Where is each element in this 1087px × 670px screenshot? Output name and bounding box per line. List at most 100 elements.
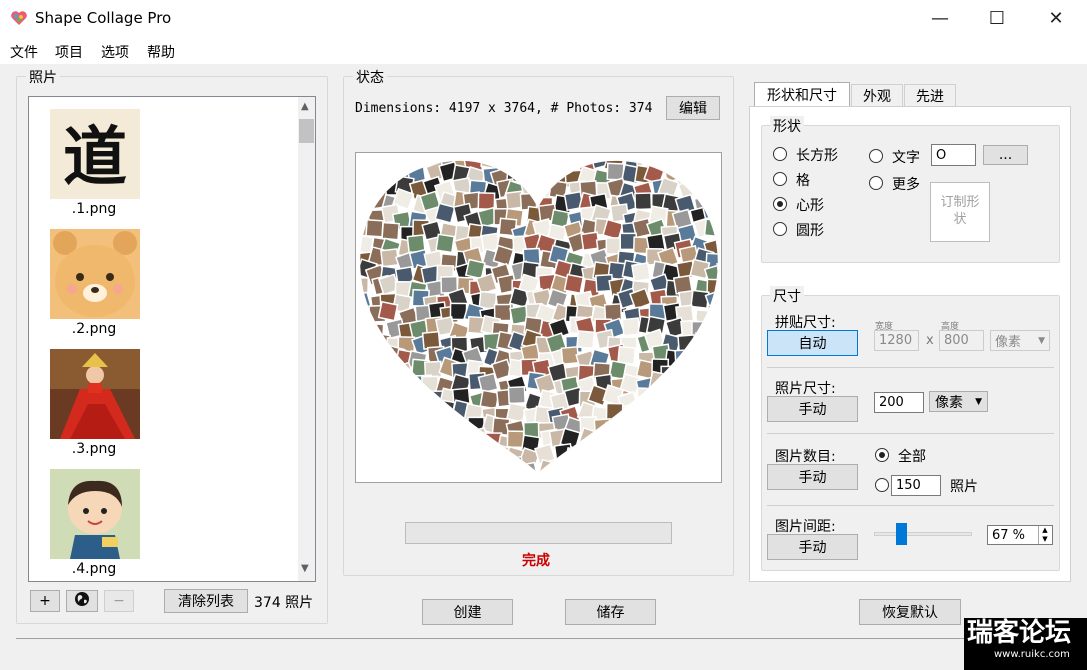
collage-tile <box>633 457 653 474</box>
collage-tile <box>360 332 377 355</box>
scroll-up-icon[interactable]: ▲ <box>301 101 309 112</box>
collage-tile <box>360 291 373 313</box>
spacing-value-input[interactable]: 67 % ▲ ▼ <box>987 525 1053 545</box>
collage-tile <box>370 389 391 410</box>
collage-tile <box>360 417 376 436</box>
collage-tile <box>395 416 418 439</box>
remove-photo-button[interactable]: − <box>104 590 134 612</box>
collage-tile <box>381 459 402 474</box>
shape-text-input[interactable]: O <box>931 144 976 166</box>
shape-grid-radio[interactable] <box>773 172 787 186</box>
collage-tile <box>477 192 496 211</box>
collage-tile <box>382 443 402 462</box>
tab-appearance[interactable]: 外观 <box>851 84 903 106</box>
collage-tile <box>440 449 459 468</box>
collage-tile <box>676 378 695 397</box>
status-text: 完成 <box>522 553 550 569</box>
photo-unit-select[interactable]: 像素 ▼ <box>929 391 988 412</box>
collage-tile <box>368 349 390 372</box>
collage-tile <box>631 262 652 283</box>
collage-tile <box>716 205 718 224</box>
scroll-thumb[interactable] <box>299 119 314 143</box>
photo-count-input[interactable]: 150 <box>891 475 941 496</box>
collage-tile <box>715 305 718 325</box>
collage-tile <box>634 475 652 482</box>
tab-advanced[interactable]: 先进 <box>904 84 956 106</box>
spacing-mode-button[interactable]: 手动 <box>767 534 858 560</box>
menu-help[interactable]: 帮助 <box>147 42 175 62</box>
collage-tile <box>617 441 637 461</box>
photo-list-scrollbar[interactable]: ▲ ▼ <box>298 97 315 581</box>
photo-list[interactable]: 道 .1.png .2.png .3.png .4.png ▲ ▼ <box>28 96 316 582</box>
font-browse-button[interactable]: ... <box>983 145 1028 165</box>
shape-text-radio[interactable] <box>869 149 883 163</box>
close-icon: ✕ <box>1048 8 1064 29</box>
collage-tile <box>605 417 627 439</box>
size-legend: 尺寸 <box>770 286 804 306</box>
spacing-mode-label: 手动 <box>798 540 827 556</box>
add-photo-button[interactable]: + <box>30 590 60 612</box>
count-custom-radio[interactable] <box>875 478 889 492</box>
collage-tile <box>408 459 429 474</box>
maximize-button[interactable]: ☐ <box>971 0 1023 38</box>
collage-tile <box>673 393 692 412</box>
tab-shape-size[interactable]: 形状和尺寸 <box>754 82 850 106</box>
collage-tile <box>360 357 372 380</box>
photo-size-mode-button[interactable]: 手动 <box>767 396 858 422</box>
count-all-radio[interactable] <box>875 448 889 462</box>
spacing-slider-thumb[interactable] <box>895 523 907 545</box>
collage-tile <box>356 475 372 482</box>
reset-defaults-button[interactable]: 恢复默认 <box>859 599 961 625</box>
collage-tile <box>634 402 656 425</box>
collage-tile <box>360 399 375 421</box>
menu-options[interactable]: 选项 <box>101 42 129 62</box>
minimize-button[interactable]: — <box>914 0 966 38</box>
collage-tile <box>688 475 705 482</box>
red-dress-thumbnail[interactable] <box>50 349 140 439</box>
shape-heart-radio[interactable] <box>773 197 787 211</box>
spacing-slider-track[interactable] <box>874 532 972 536</box>
collage-tile <box>621 317 641 337</box>
collage-tile <box>634 192 653 211</box>
collage-tile <box>689 401 712 424</box>
clear-list-button[interactable]: 清除列表 <box>164 589 248 613</box>
add-web-photos-button[interactable] <box>66 590 98 612</box>
collage-tile <box>435 233 456 254</box>
collage-size-mode-button[interactable]: 自动 <box>767 330 858 356</box>
collage-height-input[interactable]: 800 <box>939 330 984 351</box>
edit-button[interactable]: 编辑 <box>666 96 720 120</box>
collage-tile <box>689 432 711 454</box>
collage-unit-select[interactable]: 像素 ▼ <box>990 330 1050 351</box>
collage-tile <box>506 430 525 449</box>
collage-tile <box>673 458 693 474</box>
bear-thumbnail[interactable] <box>50 229 140 319</box>
photo-count-mode-button[interactable]: 手动 <box>767 464 858 490</box>
cartoon-boy-thumbnail[interactable] <box>50 469 140 559</box>
shape-rectangle-radio[interactable] <box>773 147 787 161</box>
photo-size-input[interactable]: 200 <box>874 392 924 413</box>
scroll-down-icon[interactable]: ▼ <box>301 563 309 574</box>
app-logo-icon <box>10 9 28 27</box>
collage-tile <box>582 476 599 482</box>
collage-tile <box>368 400 388 419</box>
collage-tile <box>636 387 655 406</box>
spin-arrows-icon[interactable]: ▲ ▼ <box>1038 526 1051 544</box>
save-button[interactable]: 储存 <box>565 599 656 625</box>
footer-divider <box>16 638 1071 639</box>
shape-circle-radio[interactable] <box>773 222 787 236</box>
collage-tile <box>580 449 599 469</box>
create-button[interactable]: 创建 <box>422 599 513 625</box>
menu-file[interactable]: 文件 <box>10 42 38 62</box>
collage-tile <box>424 433 443 453</box>
collage-tile <box>453 459 474 474</box>
menu-project[interactable]: 项目 <box>55 42 83 62</box>
calligraphy-thumbnail[interactable]: 道 <box>50 109 140 199</box>
shape-more-radio[interactable] <box>869 176 883 190</box>
collage-width-input[interactable]: 1280 <box>874 330 919 351</box>
close-button[interactable]: ✕ <box>1030 0 1082 38</box>
collage-tile <box>689 176 710 197</box>
collage-tile <box>410 403 433 426</box>
collage-tile <box>360 391 374 412</box>
custom-shape-button[interactable]: 订制形 状 <box>930 182 990 242</box>
collage-tile <box>689 371 711 393</box>
